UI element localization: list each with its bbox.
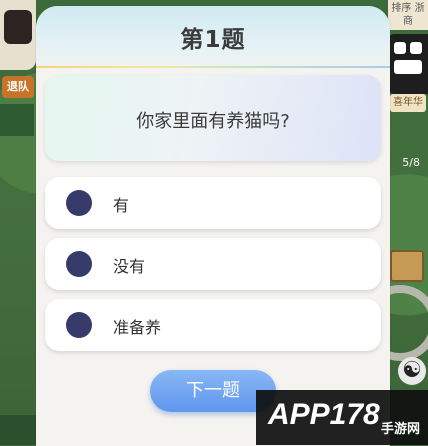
watermark-brand: APP178 xyxy=(268,398,380,431)
grid-cell xyxy=(394,42,406,54)
right-grid-panel xyxy=(388,34,428,94)
radio-circle-icon[interactable] xyxy=(66,190,92,216)
left-team-label[interactable]: 退队 xyxy=(2,76,34,98)
option-3[interactable]: 准备养 xyxy=(45,299,381,351)
question-card: 你家里面有养猫吗? xyxy=(45,75,381,161)
grid-cell xyxy=(394,60,422,74)
crate xyxy=(390,250,424,282)
radio-circle-icon[interactable] xyxy=(66,312,92,338)
right-top-label: 排序 浙商 xyxy=(388,0,428,30)
radio-circle-icon[interactable] xyxy=(66,251,92,277)
dialog-header: 第1题 xyxy=(36,6,390,68)
question-text: 你家里面有养猫吗? xyxy=(136,111,290,132)
right-event-label[interactable]: 喜年华 xyxy=(390,94,426,112)
option-label: 有 xyxy=(113,196,130,215)
option-label: 没有 xyxy=(113,257,146,276)
left-avatar xyxy=(4,10,32,44)
option-label: 准备养 xyxy=(113,318,162,337)
option-2[interactable]: 没有 xyxy=(45,238,381,290)
yin-yang-icon[interactable]: ☯ xyxy=(398,357,426,385)
left-arrow-tab xyxy=(0,104,34,136)
dialog-title: 第1题 xyxy=(180,27,246,53)
option-1[interactable]: 有 xyxy=(45,177,381,229)
quiz-dialog: 第1题 你家里面有养猫吗? 有 没有 准备养 下一题 xyxy=(36,6,390,446)
right-counter: 5/8 xyxy=(402,156,420,169)
watermark: APP178 手游网 xyxy=(256,390,428,445)
grid-cell xyxy=(410,42,422,54)
watermark-sub: 手游网 xyxy=(380,422,420,437)
